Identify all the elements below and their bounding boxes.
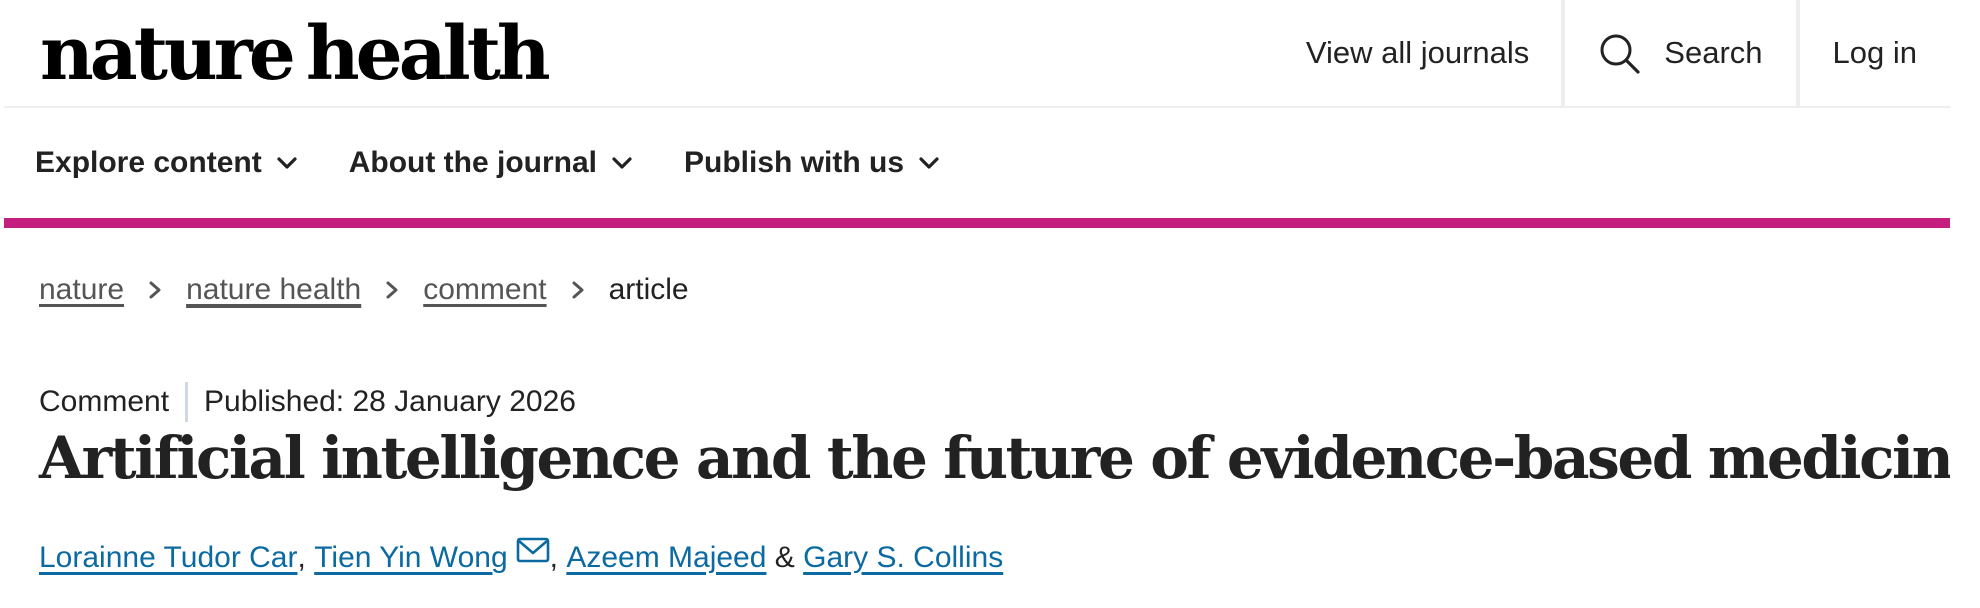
chevron-down-icon [277, 157, 297, 169]
search-label: Search [1664, 35, 1763, 70]
nature-health-logo[interactable]: nature health [40, 11, 551, 97]
chevron-down-icon [612, 157, 632, 169]
author-list: Lorainne Tudor Car , Tien Yin Wong , Aze… [39, 536, 1003, 580]
header-links: View all journals Search Log in [1273, 0, 1950, 106]
search-button[interactable]: Search [1561, 0, 1795, 106]
login-link[interactable]: Log in [1795, 0, 1950, 106]
breadcrumb-nature-health[interactable]: nature health [186, 273, 361, 307]
nav-explore-content[interactable]: Explore content [35, 146, 298, 180]
nav-item-label: About the journal [348, 146, 598, 179]
chevron-right-icon [386, 281, 398, 299]
author-separator: , [297, 541, 306, 574]
chevron-right-icon [149, 281, 161, 299]
accent-bar [4, 218, 1950, 228]
logo-word-nature: nature [40, 11, 296, 97]
nav-about-the-journal[interactable]: About the journal [349, 146, 633, 180]
search-icon [1600, 34, 1640, 74]
chevron-down-icon [919, 157, 939, 169]
nav-item-label: Publish with us [684, 146, 905, 179]
article-title: Artificial intelligence and the future o… [39, 424, 1980, 492]
mail-icon[interactable] [516, 536, 550, 564]
breadcrumb: nature nature health comment article [39, 268, 689, 312]
author-link[interactable]: Azeem Majeed [566, 541, 766, 575]
page: nature health View all journals Search L… [4, 0, 1980, 608]
published-date: Published: 28 January 2026 [204, 385, 576, 418]
author-link[interactable]: Lorainne Tudor Car [39, 541, 298, 575]
breadcrumb-nature[interactable]: nature [39, 273, 124, 307]
primary-nav: Explore content About the journal Publis… [4, 108, 1950, 218]
breadcrumb-comment[interactable]: comment [423, 273, 546, 307]
breadcrumb-current: article [608, 273, 689, 306]
view-all-journals-link[interactable]: View all journals [1273, 0, 1561, 106]
article-meta: Comment Published: 28 January 2026 [39, 380, 576, 424]
chevron-right-icon [572, 281, 584, 299]
article-type: Comment [39, 382, 189, 422]
author-link[interactable]: Gary S. Collins [803, 541, 1003, 575]
site-header: nature health View all journals Search L… [4, 0, 1950, 108]
page-margin [1950, 0, 1980, 608]
nav-item-label: Explore content [35, 146, 262, 179]
author-link[interactable]: Tien Yin Wong [314, 541, 507, 575]
author-separator: , [549, 541, 558, 574]
author-ampersand: & [774, 541, 795, 574]
nav-publish-with-us[interactable]: Publish with us [684, 146, 940, 180]
logo-word-health: health [305, 11, 551, 97]
